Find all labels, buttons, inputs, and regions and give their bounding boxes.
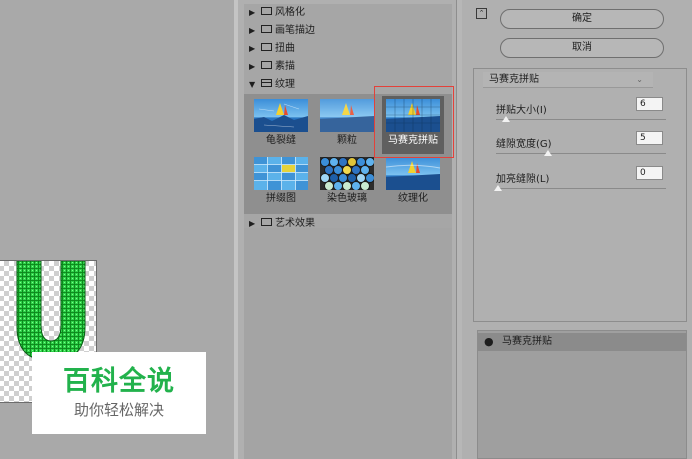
folder-icon [261,218,272,226]
param-label: 缝隙宽度(G) [496,139,552,150]
slider-track[interactable] [496,153,666,154]
watermark-logo: 百科全说 助你轻松解决 [32,352,206,434]
param-value-input[interactable]: 0 [636,166,663,180]
category-label: 扭曲 [275,43,295,54]
param-label: 拼贴大小(I) [496,105,547,116]
expanded-arrow-icon: ▼ [249,80,256,89]
eye-icon[interactable]: ● [484,335,494,349]
slider-track[interactable] [496,188,666,189]
watermark-title: 百科全说 [63,366,175,397]
effect-layers-panel: ● 马赛克拼贴 [477,330,687,459]
filter-thumb-craquelure[interactable]: 龟裂缝 [250,96,312,154]
collapsed-arrow-icon: ▶ [249,44,256,53]
craquelure-thumb-icon [254,99,308,132]
filter-label: 马赛克拼贴 [388,135,438,146]
filter-select-dropdown[interactable]: 马赛克拼贴 ⌄ [483,72,653,88]
ok-button[interactable]: 确定 [500,9,664,29]
category-brush-strokes[interactable]: ▶ 画笔描边 [244,22,452,40]
collapsed-arrow-icon: ▶ [249,8,256,17]
mosaic-tiles-thumb-icon [386,99,440,132]
filter-label: 龟裂缝 [266,135,296,146]
folder-icon [261,25,272,33]
collapsed-arrow-icon: ▶ [249,26,256,35]
filter-label: 纹理化 [398,193,428,204]
filter-thumb-mosaic-tiles[interactable]: 马赛克拼贴 [382,96,444,154]
effect-layer-name: 马赛克拼贴 [502,336,552,347]
param-lighten-grout: 加亮缝隙(L) 0 [494,166,666,204]
filter-label: 染色玻璃 [327,193,367,204]
stained-glass-thumb-icon [320,157,374,190]
folder-icon [261,43,272,51]
cancel-button[interactable]: 取消 [500,38,664,58]
filter-select-value: 马赛克拼贴 [489,74,539,85]
param-value-input[interactable]: 6 [636,97,663,111]
chevron-down-icon: ⌄ [636,75,643,84]
filter-label: 拼缀图 [266,193,296,204]
preview-scroll-edge [234,0,238,459]
texturizer-thumb-icon [386,157,440,190]
slider-knob[interactable] [494,185,502,191]
param-value-input[interactable]: 5 [636,131,663,145]
effect-layer-row[interactable]: ● 马赛克拼贴 [478,333,686,351]
category-label: 画笔描边 [275,25,315,36]
filter-label: 颗粒 [337,135,357,146]
open-folder-icon [261,79,272,87]
filter-thumb-stained-glass[interactable]: 染色玻璃 [316,154,378,212]
param-tile-size: 拼贴大小(I) 6 [496,97,666,135]
watermark-subtitle: 助你轻松解决 [73,401,164,419]
category-label: 纹理 [275,79,295,90]
slider-track[interactable] [496,119,666,120]
filter-thumb-texturizer[interactable]: 纹理化 [382,154,444,212]
param-grout-width: 缝隙宽度(G) 5 [496,131,666,169]
filter-gallery: ▶ 风格化 ▶ 画笔描边 ▶ 扭曲 ▶ 素描 ▼ 纹理 龟裂缝 颗粒 马赛克拼贴 [244,4,454,459]
param-label: 加亮缝隙(L) [496,174,550,185]
folder-icon [261,61,272,69]
category-distort[interactable]: ▶ 扭曲 [244,40,452,58]
collapse-gallery-icon[interactable]: ⌃ [476,8,487,19]
category-texture[interactable]: ▼ 纹理 [244,76,452,94]
collapsed-arrow-icon: ▶ [249,62,256,71]
patchwork-thumb-icon [254,157,308,190]
texture-filter-thumbnails: 龟裂缝 颗粒 马赛克拼贴 拼缀图 染色玻璃 纹理化 [244,86,454,214]
category-stylize[interactable]: ▶ 风格化 [244,4,452,22]
slider-knob[interactable] [544,150,552,156]
folder-icon [261,7,272,15]
grain-thumb-icon [320,99,374,132]
category-label: 风格化 [275,7,305,18]
filter-thumb-patchwork[interactable]: 拼缀图 [250,154,312,212]
settings-panel: ⌃ 确定 取消 马赛克拼贴 ⌄ 拼贴大小(I) 6 缝隙宽度(G) 5 加亮缝隙… [462,0,692,459]
filter-thumb-grain[interactable]: 颗粒 [316,96,378,154]
slider-knob[interactable] [502,116,510,122]
category-sketch[interactable]: ▶ 素描 [244,58,452,76]
gallery-empty-area [244,228,452,459]
category-label: 素描 [275,61,295,72]
